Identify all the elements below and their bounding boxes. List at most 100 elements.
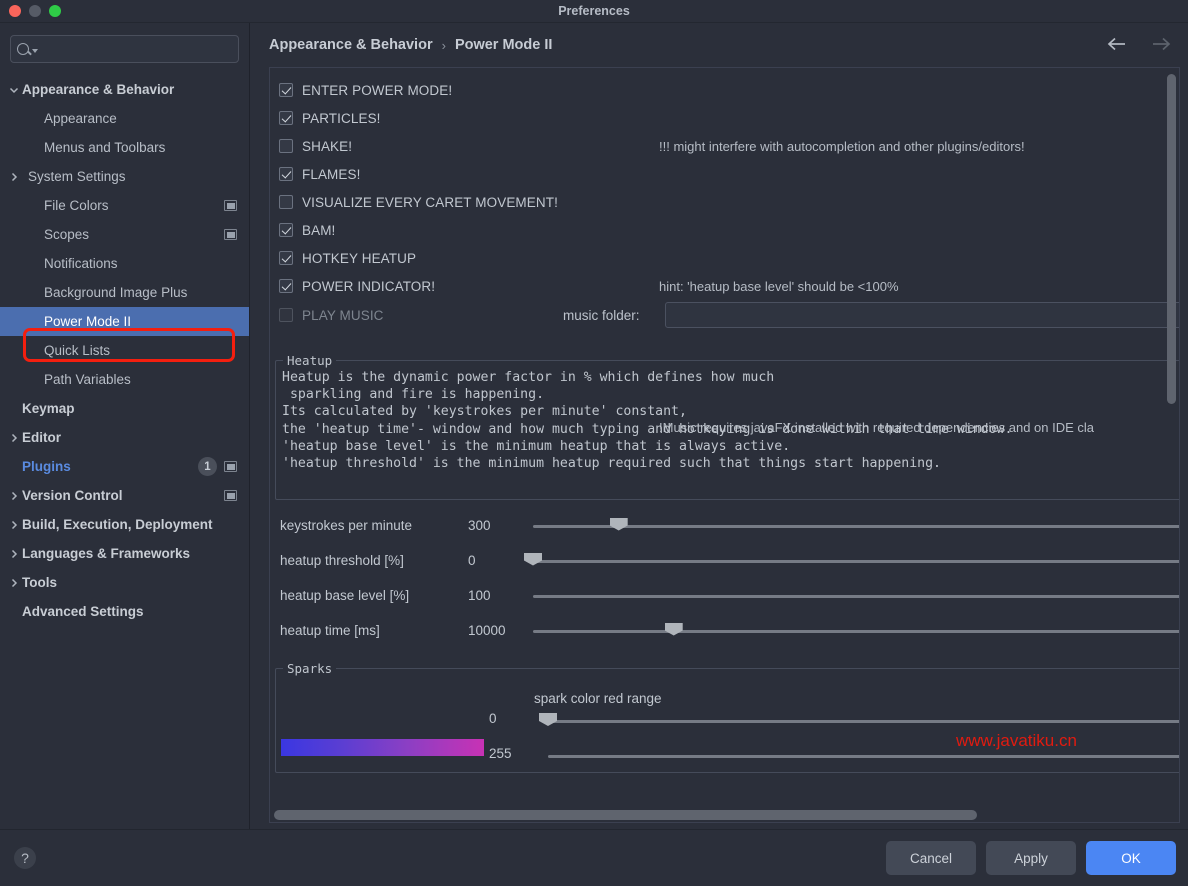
checkbox-particles[interactable]	[279, 111, 293, 125]
chevron-right-icon[interactable]	[6, 433, 22, 443]
slider-label: heatup time [ms]	[280, 623, 380, 638]
chevron-right-icon[interactable]	[6, 520, 22, 530]
music-folder-label: music folder:	[563, 307, 640, 323]
chevron-down-icon	[32, 48, 38, 53]
sidebar-item-background-image-plus[interactable]: Background Image Plus	[0, 278, 249, 307]
chevron-right-icon[interactable]	[6, 172, 22, 182]
checkbox-power-indicator[interactable]	[279, 279, 293, 293]
sidebar-item-appearance[interactable]: Appearance	[0, 104, 249, 133]
checkbox-label: FLAMES!	[302, 166, 361, 182]
slider-row[interactable]: heatup time [ms] 10000	[275, 613, 1179, 648]
checkbox-row[interactable]: PARTICLES!	[270, 104, 1179, 132]
breadcrumb-root[interactable]: Appearance & Behavior	[269, 37, 433, 53]
vertical-scrollbar-thumb[interactable]	[1167, 74, 1176, 404]
checkbox-row[interactable]: FLAMES!	[270, 160, 1179, 188]
sidebar-item-languages-frameworks[interactable]: Languages & Frameworks	[0, 539, 249, 568]
project-scope-icon	[224, 461, 237, 472]
ok-button[interactable]: OK	[1086, 841, 1176, 875]
checkbox-row[interactable]: BAM!	[270, 216, 1179, 244]
sidebar-item-file-colors[interactable]: File Colors	[0, 191, 249, 220]
sidebar-item-label: Path Variables	[44, 372, 131, 387]
sidebar-item-path-variables[interactable]: Path Variables	[0, 365, 249, 394]
slider-track[interactable]	[533, 621, 1179, 641]
sidebar-item-plugins[interactable]: Plugins 1	[0, 452, 249, 481]
sidebar-item-quick-lists[interactable]: Quick Lists	[0, 336, 249, 365]
sidebar-item-label: Notifications	[44, 256, 118, 271]
checkbox-shake[interactable]	[279, 139, 293, 153]
sidebar-item-build-execution-deployment[interactable]: Build, Execution, Deployment	[0, 510, 249, 539]
spark-slider-thumb[interactable]	[539, 713, 557, 726]
sidebar-item-appearance-behavior[interactable]: Appearance & Behavior	[0, 75, 249, 104]
cancel-button[interactable]: Cancel	[886, 841, 976, 875]
checkbox-enter-power-mode[interactable]	[279, 83, 293, 97]
slider-row[interactable]: heatup base level [%] 100	[275, 578, 1179, 613]
slider-track[interactable]	[533, 586, 1179, 606]
slider-thumb[interactable]	[524, 552, 542, 566]
chevron-right-icon[interactable]	[6, 549, 22, 559]
navigation-arrows	[1106, 37, 1172, 54]
slider-value: 0	[468, 553, 476, 568]
spark-slider-row[interactable]: 0	[276, 711, 1179, 741]
checkbox-row[interactable]: POWER INDICATOR! hint: 'heatup base level…	[270, 272, 1179, 300]
checkbox-bam[interactable]	[279, 223, 293, 237]
sidebar-item-label: Appearance	[44, 111, 117, 126]
slider-track-line	[533, 524, 1179, 528]
sidebar-item-scopes[interactable]: Scopes	[0, 220, 249, 249]
settings-tree: Appearance & Behavior Appearance Menus and…	[0, 75, 249, 626]
slider-track-line	[533, 594, 1179, 598]
sidebar-item-power-mode-ii[interactable]: Power Mode II	[0, 307, 249, 336]
checkbox-hotkey-heatup[interactable]	[279, 251, 293, 265]
chevron-right-icon[interactable]	[6, 578, 22, 588]
window-title: Preferences	[558, 4, 630, 18]
slider-row[interactable]: heatup threshold [%] 0	[275, 543, 1179, 578]
options-checkbox-list: ENTER POWER MODE! PARTICLES! SHAKE! !!! mig…	[270, 76, 1179, 300]
slider-value: 300	[468, 518, 491, 533]
project-scope-icon	[224, 229, 237, 240]
sidebar-item-advanced-settings[interactable]: Advanced Settings	[0, 597, 249, 626]
spark-slider-track[interactable]	[539, 711, 1179, 731]
sidebar-item-label: Build, Execution, Deployment	[22, 517, 213, 532]
sidebar-item-system-settings[interactable]: System Settings	[0, 162, 249, 191]
dialog-footer: ? Cancel Apply OK	[0, 829, 1188, 886]
apply-button[interactable]: Apply	[986, 841, 1076, 875]
sidebar-item-tools[interactable]: Tools	[0, 568, 249, 597]
slider-track[interactable]	[533, 516, 1179, 536]
checkbox-label: VISUALIZE EVERY CARET MOVEMENT!	[302, 194, 558, 210]
sidebar-item-version-control[interactable]: Version Control	[0, 481, 249, 510]
sidebar-item-keymap[interactable]: Keymap	[0, 394, 249, 423]
slider-thumb[interactable]	[664, 622, 683, 636]
checkbox-row[interactable]: VISUALIZE EVERY CARET MOVEMENT!	[270, 188, 1179, 216]
help-button[interactable]: ?	[14, 847, 36, 869]
sidebar-item-editor[interactable]: Editor	[0, 423, 249, 452]
play-music-checkbox[interactable]	[279, 308, 293, 322]
checkbox-row[interactable]: ENTER POWER MODE!	[270, 76, 1179, 104]
zoom-button[interactable]	[49, 5, 61, 17]
slider-row[interactable]: keystrokes per minute 300	[275, 508, 1179, 543]
spark-slider-track[interactable]	[548, 746, 1179, 766]
checkbox-label: PARTICLES!	[302, 110, 381, 126]
slider-label: keystrokes per minute	[280, 518, 413, 533]
checkbox-visualize-every-caret-movement[interactable]	[279, 195, 293, 209]
slider-thumb[interactable]	[609, 517, 628, 531]
horizontal-scrollbar[interactable]	[272, 808, 1163, 820]
close-button[interactable]	[9, 5, 21, 17]
slider-label: heatup threshold [%]	[280, 553, 404, 568]
horizontal-scrollbar-thumb[interactable]	[274, 809, 977, 820]
back-arrow-icon[interactable]	[1106, 37, 1128, 54]
checkbox-flames[interactable]	[279, 167, 293, 181]
sidebar-item-label: Quick Lists	[44, 343, 111, 358]
chevron-down-icon[interactable]	[6, 85, 22, 95]
sidebar-item-menus-and-toolbars[interactable]: Menus and Toolbars	[0, 133, 249, 162]
checkbox-row[interactable]: SHAKE! !!! might interfere with autocompl…	[270, 132, 1179, 160]
forward-arrow-icon[interactable]	[1150, 37, 1172, 54]
music-folder-input[interactable]	[665, 302, 1179, 328]
slider-track-line	[533, 559, 1179, 563]
sidebar-item-notifications[interactable]: Notifications	[0, 249, 249, 278]
checkbox-row[interactable]: HOTKEY HEATUP	[270, 244, 1179, 272]
slider-track[interactable]	[524, 551, 1179, 571]
search-field-wrapper	[0, 35, 249, 75]
vertical-scrollbar[interactable]	[1165, 70, 1177, 800]
minimize-button[interactable]	[29, 5, 41, 17]
chevron-right-icon[interactable]	[6, 491, 22, 501]
search-input[interactable]	[10, 35, 239, 63]
